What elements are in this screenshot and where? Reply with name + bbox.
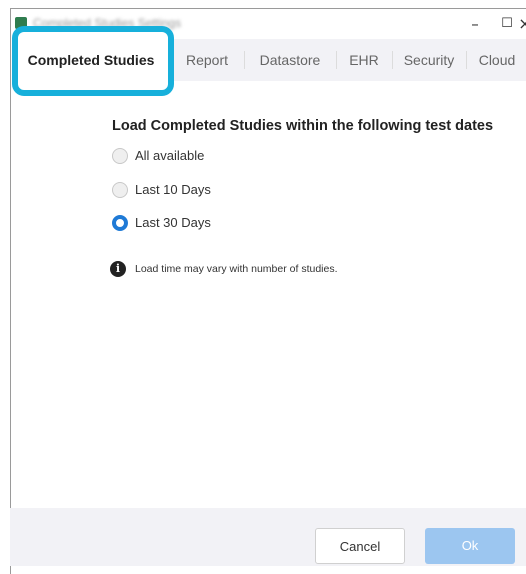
tab-highlight-frame [12, 26, 174, 96]
tab-datastore[interactable]: Datastore [245, 39, 335, 81]
dialog-footer: Cancel Ok [10, 508, 526, 566]
radio-button-selected[interactable] [112, 215, 128, 231]
tab-report[interactable]: Report [171, 39, 243, 81]
cancel-button[interactable]: Cancel [315, 528, 405, 564]
info-icon: i [110, 261, 126, 277]
radio-label: Last 30 Days [135, 215, 211, 230]
tab-security[interactable]: Security [393, 39, 465, 81]
ok-button[interactable]: Ok [425, 528, 515, 564]
radio-label: All available [135, 148, 205, 163]
radio-button[interactable] [112, 148, 128, 164]
minimize-button[interactable]: – [461, 13, 489, 35]
info-note: Load time may vary with number of studie… [135, 263, 338, 275]
tab-ehr[interactable]: EHR [337, 39, 391, 81]
section-heading: Load Completed Studies within the follow… [112, 118, 494, 134]
radio-button[interactable] [112, 182, 128, 198]
radio-label: Last 10 Days [135, 182, 211, 197]
close-button[interactable]: × [511, 13, 526, 35]
tab-cloud[interactable]: Cloud [467, 39, 526, 81]
